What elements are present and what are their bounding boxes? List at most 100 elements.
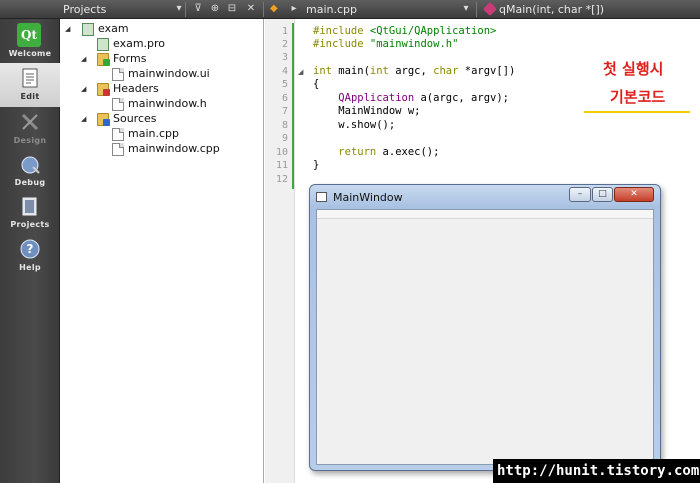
top-toolbar: Projects ▾ ⊽ ⊕ ⊟ ✕ ◆ ▸ main.cpp ▾ qMain(… <box>0 0 700 19</box>
mode-design[interactable]: Design <box>0 107 60 151</box>
line-number: 3 <box>281 52 288 63</box>
code-line-6: QApplication a(argc, argv); <box>313 92 509 105</box>
code-token: <QtGui/QApplication> <box>369 25 497 37</box>
code-token: #include <box>313 38 370 50</box>
line-number: 8 <box>281 120 288 131</box>
chevron-down-icon[interactable]: ▾ <box>460 3 472 15</box>
tree-item-label: main.cpp <box>128 127 179 140</box>
mode-edit[interactable]: Edit <box>0 63 60 107</box>
folder-icon <box>97 113 110 126</box>
code-token: return <box>338 146 377 158</box>
code-token: a(argc, argv); <box>414 92 509 104</box>
annotation-underline <box>584 111 690 113</box>
project-icon <box>82 23 94 36</box>
close-icon[interactable]: ✕ <box>245 3 257 15</box>
window-app-icon <box>316 192 327 202</box>
link-icon[interactable]: ⊕ <box>209 3 221 15</box>
line-number: 7 <box>281 106 288 117</box>
window-title: MainWindow <box>333 191 403 204</box>
back-arrow-icon[interactable]: ◆ <box>270 3 278 14</box>
code-line-1: #include <QtGui/QApplication> <box>313 25 496 38</box>
tree-item-label: Headers <box>113 82 159 95</box>
separator <box>185 2 186 17</box>
mode-selector-bar: Qt Welcome Edit Design Debug Projects ? … <box>0 0 60 483</box>
code-token: char <box>433 65 459 77</box>
code-line-11: } <box>313 159 320 171</box>
close-button[interactable]: ✕ <box>614 187 654 202</box>
forward-arrow-icon[interactable]: ▸ <box>288 3 300 15</box>
cpp-file-icon <box>112 128 124 141</box>
chevron-down-icon[interactable]: ▾ <box>173 3 185 15</box>
sources-badge-icon <box>103 119 110 126</box>
code-token: int <box>313 65 332 77</box>
window-client-area[interactable] <box>316 209 654 465</box>
line-number: 10 <box>275 147 288 158</box>
projects-icon <box>22 197 37 216</box>
code-token: int <box>369 65 389 77</box>
tree-item-label: mainwindow.cpp <box>128 142 220 155</box>
function-symbol-icon <box>482 1 498 17</box>
header-file-icon <box>112 98 124 111</box>
code-token: QApplication <box>338 92 415 104</box>
main-window[interactable]: MainWindow – □ ✕ <box>309 184 661 471</box>
project-tree: ◢ exam exam.pro ◢ Forms mainwindow.ui ◢ … <box>61 19 264 483</box>
mode-help[interactable]: ? Help <box>0 234 60 278</box>
minimize-button[interactable]: – <box>569 187 591 202</box>
tree-item-label: mainwindow.h <box>128 97 207 110</box>
line-number-gutter: 1 2 3 4 5 6 7 8 9 10 11 12 <box>265 19 295 483</box>
tree-item-label: mainwindow.ui <box>128 67 210 80</box>
mode-label: Design <box>13 136 47 145</box>
separator <box>476 2 477 17</box>
code-token: a.exec(); <box>376 146 440 158</box>
projects-panel-title: Projects <box>63 3 107 16</box>
separator <box>263 2 264 17</box>
help-icon: ? <box>20 239 40 259</box>
expand-arrow-icon[interactable]: ◢ <box>81 81 89 97</box>
mode-label: Projects <box>10 220 50 229</box>
line-number: 12 <box>275 174 288 185</box>
code-token: #include <box>313 25 370 37</box>
annotation-line-1: 첫 실행시 <box>603 60 664 78</box>
mode-label: Welcome <box>8 49 52 58</box>
tree-item-label: Sources <box>113 112 157 125</box>
menu-bar[interactable] <box>317 210 653 219</box>
split-icon[interactable]: ⊟ <box>226 3 238 15</box>
fold-arrow-icon[interactable]: ◢ <box>298 68 303 76</box>
mode-label: Edit <box>20 92 40 101</box>
code-line-10: return a.exec(); <box>313 146 439 159</box>
line-number: 9 <box>281 133 288 144</box>
line-number: 2 <box>281 39 288 50</box>
symbol-selector[interactable]: qMain(int, char *[]) <box>499 3 604 16</box>
svg-text:?: ? <box>27 242 34 256</box>
code-line-7: MainWindow w; <box>313 105 421 117</box>
line-number: 5 <box>281 79 288 90</box>
design-icon <box>21 113 39 131</box>
headers-badge-icon <box>103 89 110 96</box>
change-marker-bar <box>292 23 294 189</box>
line-number: 11 <box>275 160 288 171</box>
tree-item-label: Forms <box>113 52 147 65</box>
code-token: *argv[]) <box>458 65 516 77</box>
mode-projects[interactable]: Projects <box>0 191 60 235</box>
code-token: "mainwindow.h" <box>369 38 459 50</box>
code-line-8: w.show(); <box>313 119 396 131</box>
code-token: main( <box>331 65 370 77</box>
filter-icon[interactable]: ⊽ <box>192 3 204 15</box>
debug-icon <box>21 156 40 174</box>
qt-logo-icon: Qt <box>17 23 41 47</box>
expand-arrow-icon[interactable]: ◢ <box>65 21 73 37</box>
watermark: http://hunit.tistory.com <box>493 459 700 483</box>
folder-icon <box>97 53 110 66</box>
tree-item-label: exam <box>98 22 129 35</box>
code-line-4: int main(int argc, char *argv[]) <box>313 65 515 78</box>
line-number: 6 <box>281 93 288 104</box>
forms-badge-icon <box>103 59 110 66</box>
expand-arrow-icon[interactable]: ◢ <box>81 51 89 67</box>
expand-arrow-icon[interactable]: ◢ <box>81 111 89 127</box>
mode-welcome[interactable]: Qt Welcome <box>0 20 60 64</box>
code-token: argc, <box>388 65 434 77</box>
maximize-button[interactable]: □ <box>592 187 613 202</box>
file-selector[interactable]: main.cpp <box>306 3 357 16</box>
mode-debug[interactable]: Debug <box>0 149 60 193</box>
